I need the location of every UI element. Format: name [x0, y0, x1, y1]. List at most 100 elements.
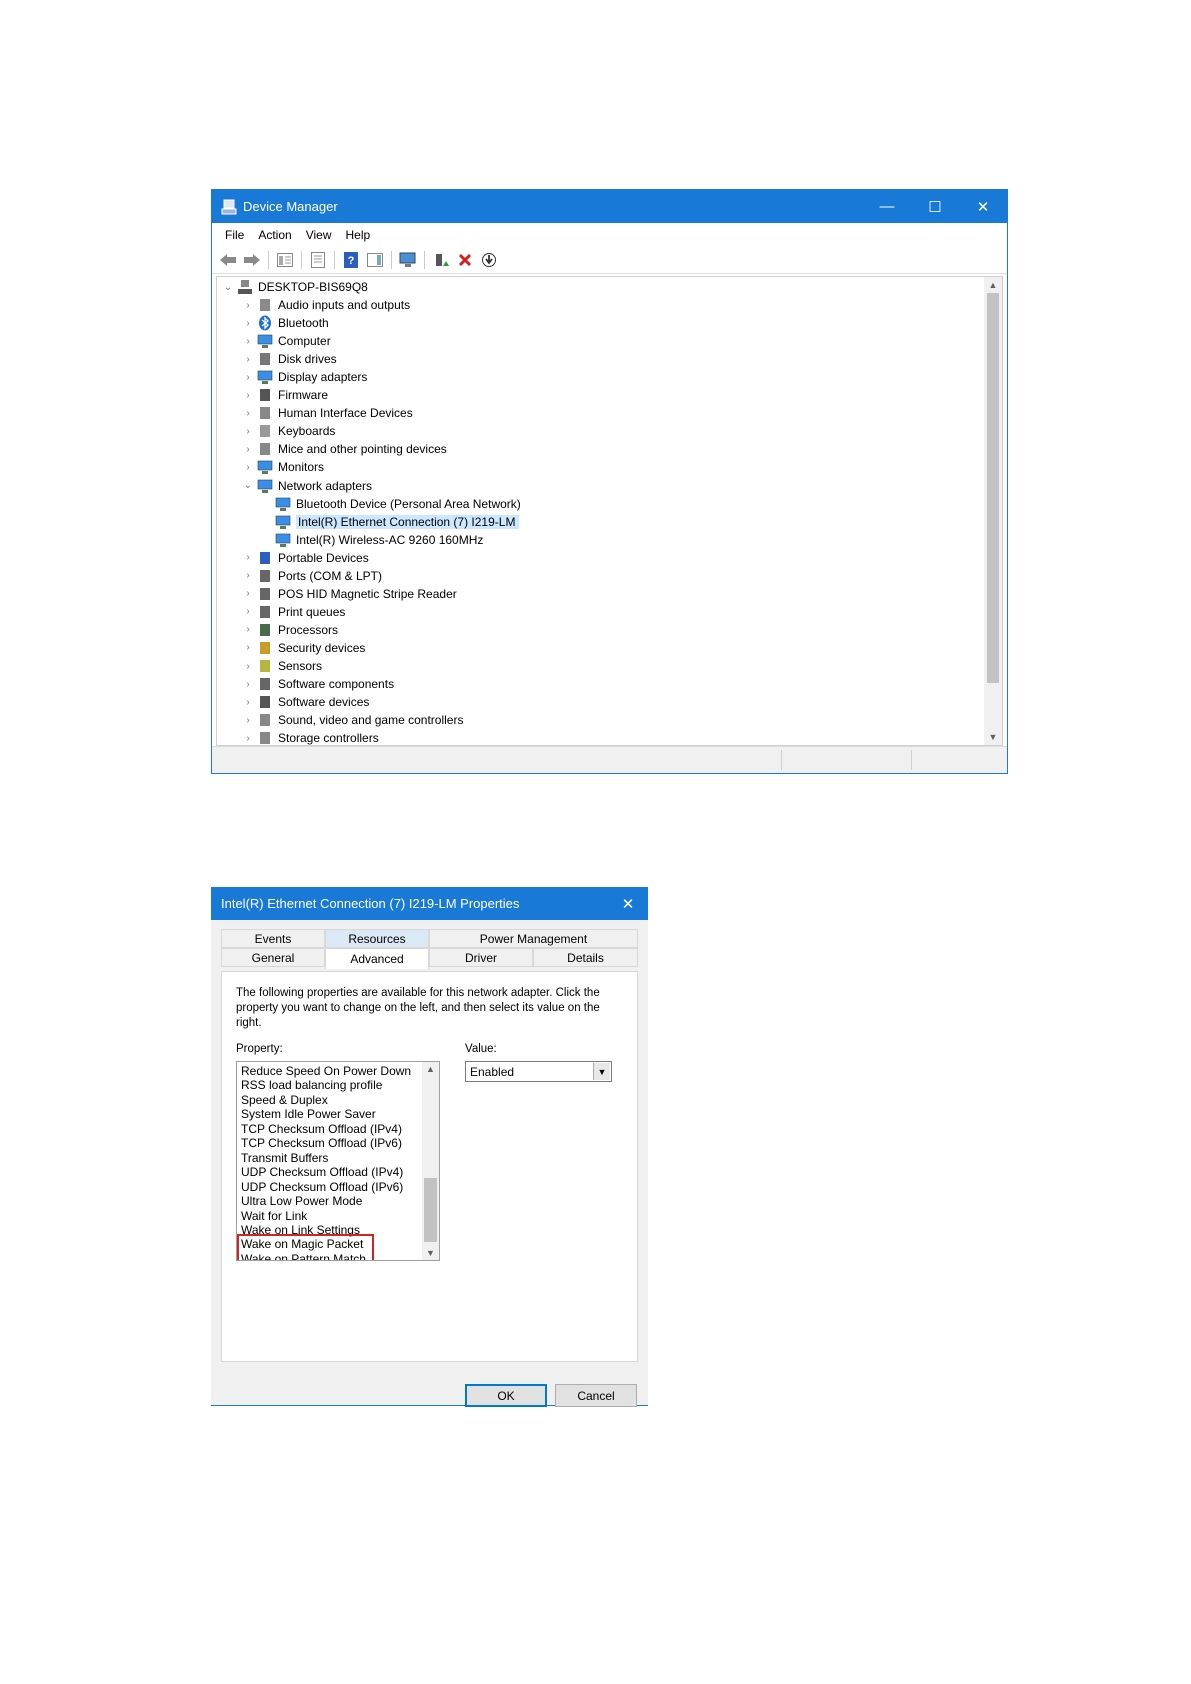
chevron-right-icon[interactable]: ›: [243, 570, 253, 581]
update-driver-icon[interactable]: [431, 250, 451, 270]
tab-resources[interactable]: Resources: [325, 929, 429, 948]
tree-category-item[interactable]: › Software components: [243, 675, 394, 693]
tab-advanced[interactable]: Advanced: [325, 948, 429, 969]
tree-category-item[interactable]: › Disk drives: [243, 350, 336, 368]
maximize-button[interactable]: ☐: [911, 190, 959, 223]
property-list-item[interactable]: Wait for Link: [241, 1209, 307, 1223]
back-arrow-icon[interactable]: [218, 250, 238, 270]
chevron-right-icon[interactable]: ›: [243, 444, 253, 455]
menu-action[interactable]: Action: [258, 228, 291, 242]
tree-category-item[interactable]: › POS HID Magnetic Stripe Reader: [243, 585, 456, 603]
chevron-right-icon[interactable]: ›: [243, 408, 253, 419]
menu-file[interactable]: File: [225, 228, 244, 242]
tree-scrollbar[interactable]: ▲ ▼: [984, 277, 1002, 745]
chevron-right-icon[interactable]: ›: [243, 336, 253, 347]
tree-category-item[interactable]: › Computer: [243, 332, 331, 350]
tree-item-label: Bluetooth Device (Personal Area Network): [296, 496, 521, 511]
chevron-right-icon[interactable]: ›: [243, 697, 253, 708]
tree-category-item[interactable]: › Sound, video and game controllers: [243, 711, 463, 729]
chevron-right-icon[interactable]: ›: [243, 588, 253, 599]
chevron-right-icon[interactable]: ›: [243, 390, 253, 401]
tab-general[interactable]: General: [221, 948, 325, 967]
tab-row-upper: Events Resources Power Management: [221, 929, 638, 948]
chevron-right-icon[interactable]: ›: [243, 462, 253, 473]
tree-category-item[interactable]: › Sensors: [243, 657, 322, 675]
tree-category-item[interactable]: › Print queues: [243, 603, 345, 621]
chevron-right-icon[interactable]: ›: [243, 715, 253, 726]
property-list-item[interactable]: Transmit Buffers: [241, 1151, 328, 1165]
tree-category-item[interactable]: › Portable Devices: [243, 549, 368, 567]
tree-root[interactable]: ⌄ DESKTOP-BIS69Q8: [223, 278, 368, 296]
property-list-item[interactable]: TCP Checksum Offload (IPv4): [241, 1122, 402, 1136]
tree-category-item[interactable]: › Processors: [243, 621, 338, 639]
chevron-right-icon[interactable]: ›: [243, 372, 253, 383]
property-listbox[interactable]: Reduce Speed On Power Down RSS load balan…: [236, 1061, 440, 1261]
scroll-down-icon[interactable]: ▼: [422, 1246, 439, 1260]
tree-category-item[interactable]: ⌄ Network adapters: [243, 477, 372, 495]
scroll-up-icon[interactable]: ▲: [984, 277, 1002, 293]
tree-category-item[interactable]: › Keyboards: [243, 422, 335, 440]
chevron-right-icon[interactable]: ›: [243, 606, 253, 617]
scroll-thumb[interactable]: [987, 293, 999, 683]
help-icon[interactable]: ?: [341, 250, 361, 270]
ok-button[interactable]: OK: [465, 1384, 547, 1407]
download-icon[interactable]: [479, 250, 499, 270]
tab-power-management[interactable]: Power Management: [429, 929, 638, 948]
chevron-right-icon[interactable]: ›: [243, 318, 253, 329]
property-list-item[interactable]: TCP Checksum Offload (IPv6): [241, 1136, 402, 1150]
tree-category-item[interactable]: › Ports (COM & LPT): [243, 567, 382, 585]
uninstall-icon[interactable]: [455, 250, 475, 270]
dialog-close-button[interactable]: ✕: [608, 887, 648, 920]
forward-arrow-icon[interactable]: [242, 250, 262, 270]
property-list-item[interactable]: UDP Checksum Offload (IPv4): [241, 1165, 403, 1179]
scan-hardware-icon[interactable]: [398, 250, 418, 270]
scroll-down-icon[interactable]: ▼: [984, 729, 1002, 745]
tree-category-item[interactable]: › Audio inputs and outputs: [243, 296, 410, 314]
chevron-right-icon[interactable]: ›: [243, 624, 253, 635]
property-list-item[interactable]: Reduce Speed On Power Down: [241, 1064, 411, 1078]
cancel-button[interactable]: Cancel: [555, 1384, 637, 1407]
tab-events[interactable]: Events: [221, 929, 325, 948]
chevron-right-icon[interactable]: ›: [243, 661, 253, 672]
tree-child-item[interactable]: Intel(R) Wireless-AC 9260 160MHz: [261, 531, 483, 549]
tree-category-item[interactable]: › Human Interface Devices: [243, 404, 412, 422]
property-list-item[interactable]: Speed & Duplex: [241, 1093, 328, 1107]
chevron-down-icon[interactable]: ⌄: [243, 480, 253, 491]
tree-child-item[interactable]: Bluetooth Device (Personal Area Network): [261, 495, 521, 513]
minimize-button[interactable]: —: [863, 190, 911, 223]
chevron-down-icon[interactable]: ⌄: [223, 282, 233, 293]
show-hide-tree-icon[interactable]: [275, 250, 295, 270]
scroll-thumb[interactable]: [424, 1178, 437, 1242]
tree-category-item[interactable]: › Software devices: [243, 693, 369, 711]
chevron-right-icon[interactable]: ›: [243, 354, 253, 365]
action-pane-icon[interactable]: [365, 250, 385, 270]
tree-category-item[interactable]: › Security devices: [243, 639, 365, 657]
menu-help[interactable]: Help: [346, 228, 371, 242]
tab-details[interactable]: Details: [533, 948, 638, 967]
property-list-item[interactable]: Ultra Low Power Mode: [241, 1194, 362, 1208]
property-list-item[interactable]: System Idle Power Saver: [241, 1107, 376, 1121]
menu-view[interactable]: View: [306, 228, 332, 242]
property-list-item[interactable]: UDP Checksum Offload (IPv6): [241, 1180, 403, 1194]
properties-icon[interactable]: [308, 250, 328, 270]
chevron-right-icon[interactable]: ›: [243, 642, 253, 653]
tree-category-item[interactable]: › Display adapters: [243, 368, 367, 386]
chevron-right-icon[interactable]: ›: [243, 552, 253, 563]
tree-category-item[interactable]: › Firmware: [243, 386, 328, 404]
tree-category-item[interactable]: › Mice and other pointing devices: [243, 440, 446, 458]
tree-category-item[interactable]: › Monitors: [243, 458, 324, 476]
tree-category-item[interactable]: › Bluetooth: [243, 314, 329, 332]
tree-category-item[interactable]: › Storage controllers: [243, 729, 378, 745]
close-button[interactable]: ✕: [959, 190, 1007, 223]
property-list-scrollbar[interactable]: ▲ ▼: [422, 1062, 439, 1260]
tree-child-item-selected[interactable]: Intel(R) Ethernet Connection (7) I219-LM: [261, 513, 520, 531]
chevron-right-icon[interactable]: ›: [243, 679, 253, 690]
tab-driver[interactable]: Driver: [429, 948, 533, 967]
chevron-right-icon[interactable]: ›: [243, 426, 253, 437]
dropdown-arrow-icon[interactable]: ▼: [593, 1063, 610, 1080]
chevron-right-icon[interactable]: ›: [243, 733, 253, 744]
value-select[interactable]: Enabled ▼: [465, 1061, 612, 1082]
chevron-right-icon[interactable]: ›: [243, 300, 253, 311]
property-list-item[interactable]: RSS load balancing profile: [241, 1078, 382, 1092]
scroll-up-icon[interactable]: ▲: [422, 1062, 439, 1076]
